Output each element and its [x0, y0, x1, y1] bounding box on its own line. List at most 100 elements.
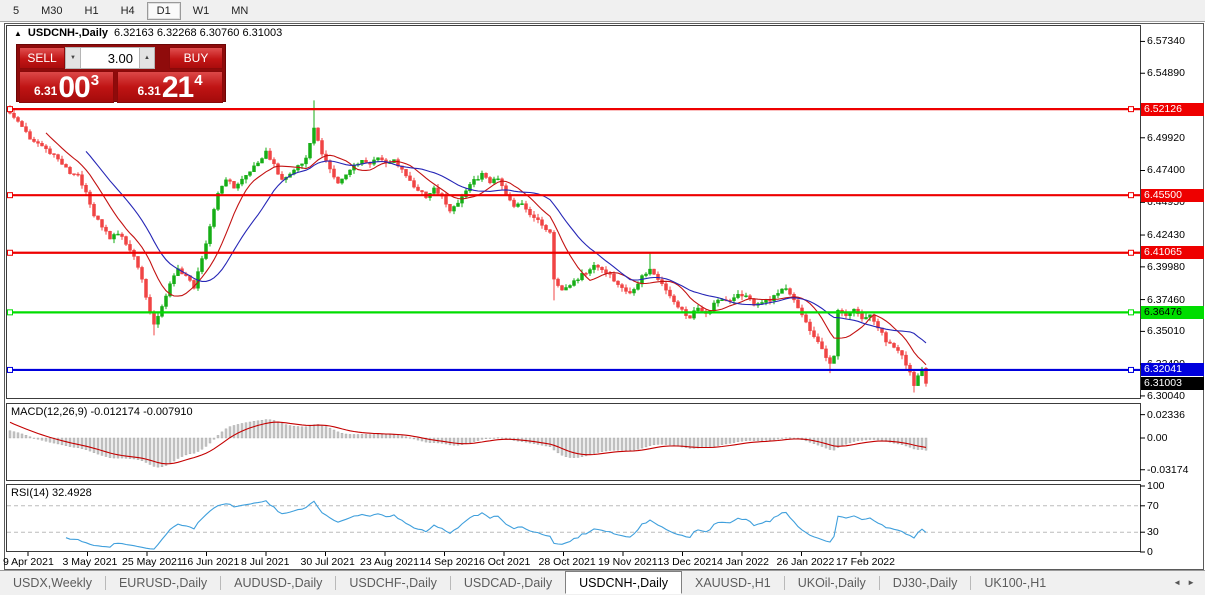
line-handle[interactable]	[1128, 366, 1134, 373]
tab-uk100-h1[interactable]: UK100-,H1	[971, 572, 1059, 593]
line-handle[interactable]	[1128, 192, 1134, 199]
price-level-badge[interactable]: 6.32041	[1141, 363, 1204, 377]
candle-body	[524, 203, 528, 210]
line-handle[interactable]	[7, 249, 13, 256]
macd-histogram-bar	[864, 437, 868, 441]
tab-usdchf-daily[interactable]: USDCHF-,Daily	[336, 572, 450, 593]
date-axis-label: 9 Apr 2021	[3, 556, 54, 568]
candle-body	[64, 164, 68, 168]
macd-histogram-bar	[620, 437, 624, 451]
tab-eurusd-daily[interactable]: EURUSD-,Daily	[106, 572, 220, 593]
candle-body	[716, 299, 720, 304]
line-handle[interactable]	[7, 192, 13, 199]
candle-body	[480, 172, 484, 180]
sell-price-button[interactable]: 6.31 00 3	[19, 71, 115, 103]
candle-body	[904, 354, 908, 366]
macd-histogram-bar	[596, 437, 600, 453]
candle-body	[572, 280, 576, 286]
candle-body	[616, 280, 620, 285]
macd-histogram-bar	[208, 437, 212, 444]
macd-histogram-bar	[536, 437, 540, 445]
tab-ukoil-daily[interactable]: UKOil-,Daily	[785, 572, 879, 593]
macd-histogram-bar	[660, 437, 664, 445]
macd-histogram-bar	[788, 437, 792, 439]
candle-body	[492, 178, 496, 184]
volume-input[interactable]	[81, 47, 139, 69]
price-level-badge[interactable]: 6.45500	[1141, 188, 1204, 202]
candle-body	[540, 219, 544, 226]
macd-histogram-bar	[196, 437, 200, 452]
macd-histogram-bar	[296, 426, 300, 439]
price-level-badge[interactable]: 6.36476	[1141, 305, 1204, 319]
macd-histogram-bar	[220, 431, 224, 439]
macd-histogram-bar	[456, 437, 460, 446]
candle-body	[32, 138, 36, 142]
macd-histogram-bar	[140, 437, 144, 461]
macd-histogram-bar	[728, 437, 732, 444]
candle-body	[364, 160, 368, 163]
sell-button[interactable]: SELL	[19, 47, 65, 69]
candle-body	[744, 295, 748, 297]
macd-histogram-bar	[552, 437, 556, 451]
collapse-triangle-icon[interactable]: ▲	[14, 29, 22, 38]
line-handle[interactable]	[7, 366, 13, 373]
date-axis-label: 30 Jul 2021	[300, 556, 355, 568]
macd-histogram-bar	[676, 437, 680, 447]
tab-usdcnh-daily[interactable]: USDCNH-,Daily	[565, 571, 682, 594]
line-handle[interactable]	[1128, 309, 1134, 316]
macd-histogram-bar	[300, 426, 304, 439]
tab-xauusd-h1[interactable]: XAUUSD-,H1	[682, 572, 784, 593]
candle-body	[332, 168, 336, 178]
macd-histogram-bar	[712, 437, 716, 447]
line-handle[interactable]	[1128, 249, 1134, 256]
tab-scroll-arrows[interactable]: ◄►	[1173, 578, 1201, 587]
line-handle[interactable]	[7, 106, 13, 113]
candle-body	[348, 169, 352, 175]
volume-increase-button[interactable]: ▲	[139, 47, 155, 69]
candle-body	[108, 231, 112, 240]
candle-body	[632, 289, 636, 294]
macd-histogram-bar	[180, 437, 184, 457]
candle-body	[224, 179, 228, 187]
macd-histogram-bar	[40, 437, 44, 441]
candle-body	[264, 150, 268, 159]
macd-histogram-bar	[584, 437, 588, 457]
tab-dj30-daily[interactable]: DJ30-,Daily	[880, 572, 971, 593]
macd-histogram-bar	[744, 437, 748, 441]
macd-histogram-bar	[12, 431, 16, 439]
candle-body	[136, 256, 140, 268]
macd-histogram-bar	[264, 419, 268, 439]
candle-body	[316, 127, 320, 141]
candle-body	[552, 232, 556, 280]
tab-scroll-right-icon[interactable]: ►	[1187, 578, 1201, 587]
line-handle[interactable]	[7, 309, 13, 316]
tab-audusd-daily[interactable]: AUDUSD-,Daily	[221, 572, 335, 593]
price-level-badge[interactable]: 6.41065	[1141, 246, 1204, 260]
buy-button[interactable]: BUY	[169, 47, 223, 69]
macd-histogram-bar	[624, 437, 628, 451]
rsi-name: RSI(14)	[11, 487, 49, 499]
candle-body	[236, 183, 240, 189]
symbol-name: USDCNH-,Daily	[27, 27, 108, 39]
macd-histogram-bar	[656, 437, 660, 445]
rsi-axis-tick: 100	[1147, 480, 1165, 492]
candle-body	[884, 332, 888, 343]
macd-histogram-bar	[640, 437, 644, 449]
candle-body	[544, 225, 548, 230]
candle-body	[912, 371, 916, 386]
macd-histogram-bar	[880, 437, 884, 441]
buy-price-button[interactable]: 6.31 21 4	[117, 71, 223, 103]
tab-usdcad-daily[interactable]: USDCAD-,Daily	[451, 572, 565, 593]
date-axis-label: 19 Nov 2021	[598, 556, 658, 568]
macd-histogram-bar	[764, 437, 768, 441]
tab-usdx-weekly[interactable]: USDX,Weekly	[0, 572, 105, 593]
ohlc-quotes: 6.32163 6.32268 6.30760 6.31003	[114, 27, 283, 39]
line-handle[interactable]	[1128, 106, 1134, 113]
volume-decrease-button[interactable]: ▼	[65, 47, 81, 69]
macd-histogram-bar	[184, 437, 188, 456]
tab-scroll-left-icon[interactable]: ◄	[1173, 578, 1187, 587]
price-level-badge[interactable]: 6.52126	[1141, 102, 1204, 116]
candle-body	[916, 375, 920, 386]
candle-body	[20, 121, 24, 127]
macd-histogram-bar	[324, 426, 328, 439]
